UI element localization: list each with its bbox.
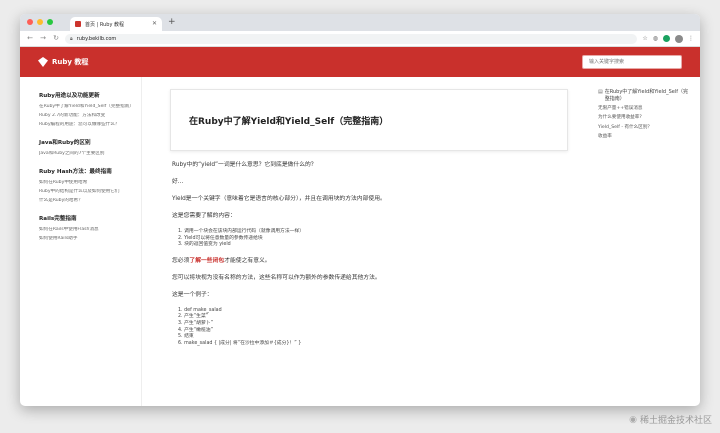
address-bar[interactable]: 🔒︎ ruby.bekilb.com [65,33,638,44]
tab-close-icon[interactable]: ✕ [152,21,157,27]
bookmark-star-icon[interactable]: ☆ [642,35,647,42]
browser-toolbar: ← → ↻ 🔒︎ ruby.bekilb.com ☆ ◍ ⋮ [20,31,700,47]
main-article: 在Ruby中了解Yield和Yield_Self（完整指南） Ruby中的“yi… [170,89,568,355]
toc-item[interactable]: Yield_Self - 有什么区别？ [598,125,690,131]
lock-icon: 🔒︎ [70,35,73,42]
toc-list: 无限产量++错误消息 为什么要使用收益率? Yield_Self - 有什么区别… [598,106,690,140]
page-title: 在Ruby中了解Yield和Yield_Self（完整指南） [189,116,389,127]
toc-header[interactable]: ▤ 在Ruby中了解Yield和Yield_Self（完整指南） [598,89,690,102]
sidebar-section: Java和Ruby的区别 Java和Ruby之间的7个主要区别 [39,138,141,157]
code-line: 4. 产生“橄榄油” [178,327,214,333]
page-content: Ruby用途以及功能更新 在Ruby中了解Yield和Yield_Self（完整… [20,77,700,406]
search-input[interactable] [582,55,682,69]
sidebar: Ruby用途以及功能更新 在Ruby中了解Yield和Yield_Self（完整… [20,77,142,406]
sidebar-section: Rails完整指南 如何在Rails中使用Flash消息 如何使用Rails助手 [39,214,141,242]
list-item: 3. 块的返回值变为 yield [178,242,231,248]
sidebar-item[interactable]: Ruby中的结构是什么以及如何使用它们 [39,189,137,195]
closures-link[interactable]: 了解一些闭包 [189,258,224,264]
toc-item[interactable]: 为什么要使用收益率? [598,115,690,121]
code-line: 2. 产生“生菜” [178,314,209,320]
ruby-gem-icon [38,57,48,67]
sidebar-item[interactable]: 如何在Rails中使用Flash消息 [39,227,137,233]
document-icon: ▤ [598,89,603,95]
sidebar-section: Ruby Hash方法：最终指南 如何在Ruby中使用哈希 Ruby中的结构是什… [39,167,141,204]
window-controls [27,19,53,25]
extension-green-icon[interactable] [663,35,670,42]
list-item: 1. 调用一个块会在该块内部运行代码（就像调用方法一样） [178,229,305,234]
sidebar-item[interactable]: 在Ruby中了解Yield和Yield_Self（完整指南） [39,104,137,110]
watermark: ◉ 稀土掘金技术社区 [629,413,712,427]
paragraph: 您可以将块视为没有名称的方法，这些名称可以作为额外的参数传递给其他方法。 [172,274,381,281]
paragraph-text: 您必须 [172,257,190,264]
code-list: 1. def make_salad 2. 产生“生菜” 3. 产生“胡萝卜” 4… [172,308,568,348]
site-header: Ruby 教程 [20,47,700,77]
title-card: 在Ruby中了解Yield和Yield_Self（完整指南） [170,89,568,151]
paragraph: 好... [172,179,184,185]
reload-icon[interactable]: ↻ [52,35,60,42]
browser-window: 首页 | Ruby 教程 ✕ + ← → ↻ 🔒︎ ruby.bekilb.co… [20,14,700,406]
sidebar-heading: Rails完整指南 [39,216,77,222]
paragraph: 这是一个例子： [172,291,213,298]
sidebar-item[interactable]: 什么是Ruby的哈希？ [39,198,137,204]
code-line: 5. 结束 [178,334,194,340]
code-line: 3. 产生“胡萝卜” [178,320,214,326]
sidebar-heading: Ruby用途以及功能更新 [39,93,100,99]
code-line: 1. def make_salad [178,307,222,313]
list-item: 2. Yield可以将任意数量的参数传递给块 [178,235,263,241]
sidebar-item[interactable]: Java和Ruby之间的7个主要区别 [39,151,137,157]
minimize-window-button[interactable] [37,19,43,25]
paragraph: 这是您需要了解的内容： [172,213,236,219]
new-tab-icon[interactable]: + [168,17,176,28]
tab-bar: 首页 | Ruby 教程 ✕ + [20,14,700,31]
url-text: ruby.bekilb.com [76,35,117,42]
sidebar-item[interactable]: Ruby 2.7的新功能：方法和改变 [39,113,137,119]
sidebar-item[interactable]: Ruby编程的用途：您可以做哪些什么？ [39,122,137,128]
toc-title: 在Ruby中了解Yield和Yield_Self（完整指南） [604,89,688,102]
maximize-window-button[interactable] [47,19,53,25]
close-window-button[interactable] [27,19,33,25]
code-line: 6. make_salad { |成分| 将“在沙拉中添加＃{成分}！” } [178,340,302,346]
paragraph: 您必须了解一些闭包才能使之有意义。 [172,257,568,265]
toc-item[interactable]: 无限产量++错误消息 [598,106,690,112]
watermark-logo-icon: ◉ [629,414,637,425]
extension-icon[interactable]: ◍ [653,35,658,42]
sidebar-heading: Java和Ruby的区别 [39,140,91,146]
back-icon[interactable]: ← [26,35,34,42]
browser-tab[interactable]: 首页 | Ruby 教程 ✕ [70,17,162,31]
sidebar-heading: Ruby Hash方法：最终指南 [39,169,112,175]
ordered-list: 1. 调用一个块会在该块内部运行代码（就像调用方法一样） 2. Yield可以将… [172,229,568,249]
forward-icon[interactable]: → [39,35,47,42]
paragraph-text: 才能使之有意义。 [224,257,271,264]
tab-title: 首页 | Ruby 教程 [85,21,125,28]
table-of-contents: ▤ 在Ruby中了解Yield和Yield_Self（完整指南） 无限产量++错… [598,89,690,144]
profile-avatar[interactable] [675,34,683,43]
menu-kebab-icon[interactable]: ⋮ [688,35,694,42]
sidebar-item[interactable]: 如何使用Rails助手 [39,236,137,242]
sidebar-item[interactable]: 如何在Ruby中使用哈希 [39,180,137,186]
watermark-text: 稀土掘金技术社区 [639,416,712,426]
paragraph: Ruby中的“yield”一词是什么意思？它到底是做什么的？ [172,162,317,168]
article-body: Ruby中的“yield”一词是什么意思？它到底是做什么的？ 好... Yiel… [170,151,568,347]
sidebar-section: Ruby用途以及功能更新 在Ruby中了解Yield和Yield_Self（完整… [39,91,141,128]
site-logo[interactable]: Ruby 教程 [38,57,88,67]
paragraph: Yield是一个关键字（意味着它是语言的核心部分），并且在调用块的方法内部使用。 [172,196,386,202]
site-title: Ruby 教程 [52,58,89,66]
toc-item[interactable]: 收益率 [598,134,690,140]
ruby-favicon-icon [75,21,81,27]
